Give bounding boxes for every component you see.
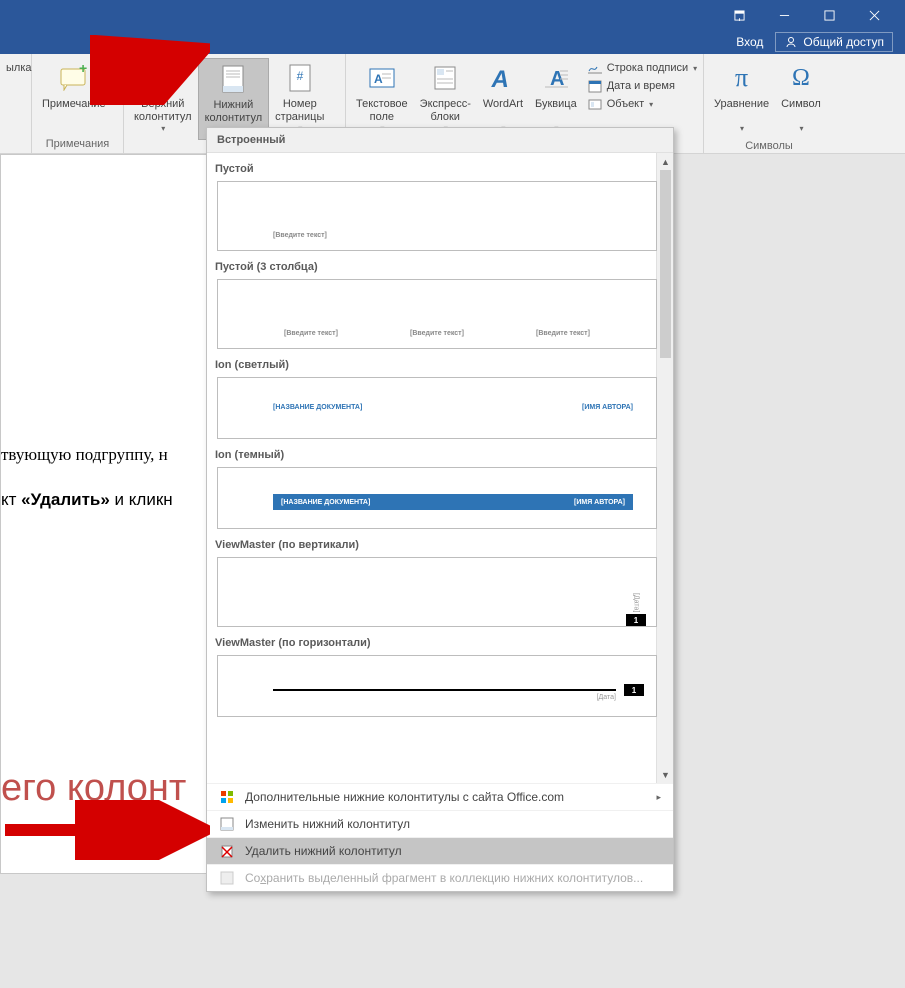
scroll-up-button[interactable]: ▲ [657,153,673,170]
maximize-button[interactable] [807,0,852,30]
textbox-icon: A [366,62,398,94]
svg-text:A: A [489,66,511,91]
save-selection-menu: Сохранить выделенный фрагмент в коллекци… [207,864,673,891]
gallery-section-builtin: Встроенный [207,128,673,153]
footer-gallery-dropdown: Встроенный ▲ ▼ Пустой [Введите текст] Пу… [206,127,674,892]
titlebar [0,0,905,30]
pagenumber-button[interactable]: # Номер страницы▾ [269,58,330,138]
gallery-item-blank3[interactable]: Пустой (3 столбца) [Введите текст][Введи… [215,261,659,349]
chevron-right-icon: ▸ [656,792,661,803]
pagenumber-icon: # [284,62,316,94]
footer-icon [217,63,249,95]
minimize-button[interactable] [762,0,807,30]
office-icon [219,789,235,805]
login-link[interactable]: Вход [726,33,773,51]
gallery-item-ion-dark[interactable]: Ion (темный) [НАЗВАНИЕ ДОКУМЕНТА][ИМЯ АВ… [215,449,659,529]
remove-footer-menu[interactable]: Удалить нижний колонтитул [207,837,673,864]
doc-text-line2: кт «Удалить» и кликн [1,490,173,510]
chevron-down-icon: ▾ [161,124,165,134]
close-button[interactable] [852,0,897,30]
wordart-icon: A [487,62,519,94]
gallery-item-ion-light[interactable]: Ion (светлый) [НАЗВАНИЕ ДОКУМЕНТА][ИМЯ А… [215,359,659,439]
quickparts-icon [429,62,461,94]
symbol-icon: Ω [785,62,817,94]
dropcap-icon: A [540,62,572,94]
calendar-icon [587,78,603,94]
textbox-button[interactable]: A Текстовое поле▾ [350,58,414,138]
gallery-scroll-area: ▲ ▼ Пустой [Введите текст] Пустой (3 сто… [207,153,673,783]
group-symbols: π Уравнение▾ Ω Символ▾ Символы [704,54,834,153]
signature-line-button[interactable]: Строка подписи▾ [587,60,697,76]
more-footers-menu[interactable]: Дополнительные нижние колонтитулы с сайт… [207,783,673,810]
share-label: Общий доступ [803,35,884,49]
doc-text-line1: твующую подгруппу, н [1,445,168,465]
symbol-button[interactable]: Ω Символ▾ [775,58,827,138]
equation-icon: π [726,62,758,94]
edit-footer-menu[interactable]: Изменить нижний колонтитул [207,810,673,837]
signature-icon [587,60,603,76]
share-button[interactable]: Общий доступ [775,32,893,52]
ribbon-display-options[interactable] [717,0,762,30]
comments-group-label: Примечания [32,138,123,152]
group-links: ылка [0,54,32,153]
red-arrow-bottom [0,800,210,860]
gallery-item-viewmaster-v[interactable]: ViewMaster (по вертикали) [Дата]1 [215,539,659,627]
object-button[interactable]: Объект▾ [587,96,697,112]
gallery-item-blank[interactable]: Пустой [Введите текст] [215,163,659,251]
scroll-down-button[interactable]: ▼ [657,766,673,783]
save-icon [219,870,235,886]
edit-icon [219,816,235,832]
symbols-group-label: Символы [704,140,834,154]
wordart-button[interactable]: A WordArt▾ [477,58,529,138]
gallery-scrollbar[interactable]: ▲ ▼ [656,153,673,783]
link-button[interactable]: ылка [4,58,34,79]
equation-button[interactable]: π Уравнение▾ [708,58,775,138]
svg-text:A: A [374,72,383,86]
gallery-item-viewmaster-h[interactable]: ViewMaster (по горизонтали) [Дата] 1 [215,637,659,717]
share-icon [784,35,798,49]
quickparts-button[interactable]: Экспресс- блоки▾ [414,58,477,138]
svg-text:+: + [79,65,87,76]
delete-icon [219,843,235,859]
dropcap-button[interactable]: A Буквица▾ [529,58,583,138]
comment-icon: + [58,62,90,94]
svg-text:#: # [296,69,303,83]
datetime-button[interactable]: Дата и время [587,78,697,94]
red-arrow-top [90,35,210,105]
object-icon [587,96,603,112]
scroll-thumb[interactable] [660,170,671,358]
